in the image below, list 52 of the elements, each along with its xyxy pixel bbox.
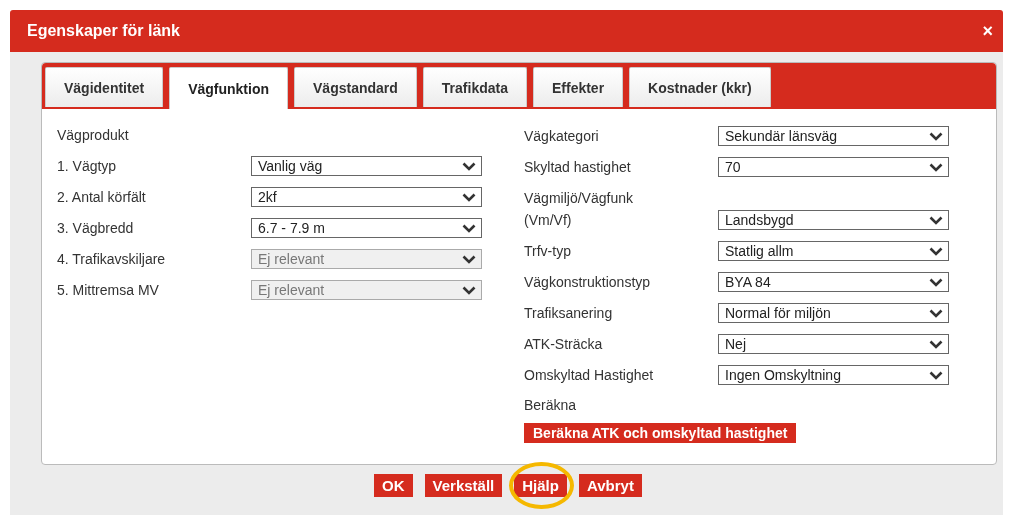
chevron-icon <box>929 370 943 380</box>
chevron-icon <box>929 162 943 172</box>
dropdown[interactable]: Nej <box>718 334 949 354</box>
chevron-icon <box>462 254 476 264</box>
chevron-icon <box>462 161 476 171</box>
chevron-icon <box>929 246 943 256</box>
dialog-button[interactable]: Avbryt <box>578 474 642 497</box>
field-label: 4. Trafikavskiljare <box>57 250 167 269</box>
dialog-button[interactable]: Hjälp <box>514 474 567 497</box>
dropdown[interactable]: Statlig allm <box>718 241 949 261</box>
dropdown[interactable]: Ingen Omskyltning <box>718 365 949 385</box>
window-title: Egenskaper för länk <box>27 22 180 40</box>
field-label: 1. Vägtyp <box>57 157 118 176</box>
chevron-icon <box>462 192 476 202</box>
section-heading: Beräkna <box>524 396 578 415</box>
field-label: Skyltad hastighet <box>524 158 632 177</box>
field-label: 3. Vägbredd <box>57 219 135 238</box>
field-label: 2. Antal körfält <box>57 188 147 207</box>
dropdown[interactable]: Vanlig väg <box>251 156 482 176</box>
field-label: Omskyltad Hastighet <box>524 366 655 385</box>
tab[interactable]: Vägfunktion <box>169 67 288 109</box>
tab[interactable]: Trafikdata <box>422 67 527 107</box>
field-label: Trfv-typ <box>524 242 572 261</box>
chevron-icon <box>929 277 943 287</box>
field-label: Vägkonstruktionstyp <box>524 273 652 292</box>
close-button[interactable]: × <box>982 20 993 42</box>
field-label: Trafiksanering <box>524 304 614 323</box>
field-label: ATK-Sträcka <box>524 335 604 354</box>
chevron-icon <box>929 339 943 349</box>
tab[interactable]: Vägstandard <box>294 67 417 107</box>
compute-button[interactable]: Beräkna ATK och omskyltad hastighet <box>524 423 797 443</box>
dropdown[interactable]: Normal för miljön <box>718 303 949 323</box>
dropdown[interactable]: 70 <box>718 157 949 177</box>
field-label: 5. Mittremsa MV <box>57 281 160 300</box>
chevron-icon <box>929 215 943 225</box>
chevron-icon <box>929 131 943 141</box>
field-label: Vägkategori <box>524 127 600 146</box>
dropdown[interactable]: Landsbygd <box>718 210 949 230</box>
chevron-icon <box>462 285 476 295</box>
dropdown[interactable]: BYA 84 <box>718 272 949 292</box>
dropdown[interactable]: Sekundär länsväg <box>718 126 949 146</box>
chevron-icon <box>462 223 476 233</box>
tab[interactable]: Effekter <box>532 67 624 107</box>
chevron-icon <box>929 308 943 318</box>
section-heading: Vägprodukt <box>57 126 130 145</box>
dialog-button[interactable]: Verkställ <box>424 474 503 497</box>
dropdown[interactable]: 2kf <box>251 187 482 207</box>
tab[interactable]: Vägidentitet <box>45 67 164 107</box>
tab[interactable]: Kostnader (kkr) <box>629 67 771 107</box>
dropdown[interactable]: 6.7 - 7.9 m <box>251 218 482 238</box>
field-label: Vägmiljö/Vägfunk (Vm/Vf) <box>524 189 634 230</box>
dialog-button[interactable]: OK <box>374 474 413 497</box>
